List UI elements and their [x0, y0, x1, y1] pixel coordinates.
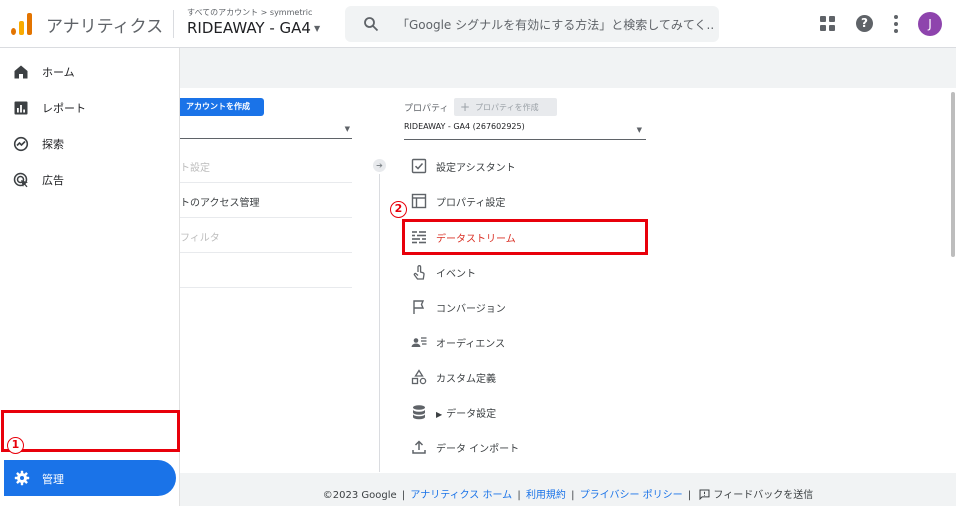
search-icon [364, 17, 379, 32]
property-dropdown[interactable]: RIDEAWAY - GA4 (267602925) ▼ [404, 122, 646, 140]
more-vert-icon[interactable] [893, 15, 899, 33]
gear-icon [14, 470, 30, 486]
menu-setup-assistant[interactable]: 設定アシスタント [404, 148, 646, 183]
nav-ads[interactable]: 広告 [0, 162, 180, 198]
create-account-button[interactable]: アカウントを作成 [180, 98, 264, 116]
top-header: アナリティクス すべてのアカウント > symmetric RIDEAWAY -… [0, 0, 956, 48]
step-2-marker: 2 [390, 201, 407, 218]
menu-property-settings[interactable]: プロパティ設定 [404, 183, 646, 218]
shapes-icon [411, 369, 427, 385]
menu-label: オーディエンス [436, 339, 506, 350]
menu-label: コンバージョン [436, 304, 506, 315]
menu-audiences[interactable]: オーディエンス [404, 324, 646, 359]
menu-label: 設定アシスタント [436, 163, 516, 174]
property-dropdown-value: RIDEAWAY - GA4 (267602925) [404, 122, 525, 131]
touch-icon [413, 265, 425, 280]
help-icon[interactable]: ? [856, 15, 873, 32]
ads-icon [13, 172, 28, 188]
feedback-link[interactable]: フィードバックを送信 [696, 489, 813, 501]
search-input[interactable]: 「Google シグナルを有効にする方法」と検索してみてく... [397, 16, 713, 33]
property-selector[interactable]: RIDEAWAY - GA4 ▼ [187, 19, 320, 37]
footer-link-analytics-home[interactable]: アナリティクス ホーム [410, 490, 512, 501]
menu-conversions[interactable]: コンバージョン [404, 289, 646, 324]
analytics-logo-icon[interactable] [11, 13, 33, 35]
database-icon [413, 405, 425, 420]
account-settings-row[interactable]: ト設定 [180, 148, 352, 183]
create-property-button[interactable]: + プロパティを作成 [454, 98, 557, 116]
bar-chart-icon [14, 101, 28, 115]
menu-events[interactable]: イベント [404, 254, 646, 289]
menu-label: ▶ データ設定 [436, 409, 497, 420]
property-name: RIDEAWAY - GA4 [187, 19, 311, 37]
header-divider [173, 10, 174, 38]
caret-down-icon: ▼ [344, 125, 350, 133]
menu-label: イベント [436, 269, 476, 280]
property-label: プロパティ [404, 104, 449, 114]
menu-label: データ インポート [436, 444, 520, 455]
menu-label: カスタム定義 [436, 374, 496, 385]
nav-label: レポート [42, 102, 86, 115]
highlight-admin [1, 410, 180, 452]
arrow-right-icon: ➔ [373, 159, 386, 172]
apps-grid-icon[interactable] [820, 16, 836, 32]
explore-icon [13, 136, 29, 152]
copyright-text: ©2023 Google [322, 490, 397, 501]
highlight-data-streams [402, 219, 648, 255]
breadcrumb[interactable]: すべてのアカウント > symmetric [187, 7, 312, 18]
account-row-label: フィルタ [180, 233, 220, 244]
scrollbar-thumb[interactable] [951, 92, 955, 257]
plus-icon: + [460, 100, 471, 114]
nav-label: 探索 [42, 138, 64, 151]
app-title: アナリティクス [46, 17, 164, 37]
nav-label: ホーム [42, 66, 75, 79]
footer-link-terms[interactable]: 利用規約 [526, 490, 566, 501]
flag-icon [413, 300, 425, 314]
nav-admin[interactable]: 管理 [4, 460, 176, 496]
feedback-icon [699, 489, 710, 501]
upload-icon [412, 440, 426, 454]
footer-link-privacy[interactable]: プライバシー ポリシー [580, 490, 683, 501]
nav-reports[interactable]: レポート [0, 90, 180, 126]
account-empty-row [180, 253, 352, 288]
caret-right-icon[interactable]: ▶ [436, 410, 442, 419]
checklist-icon [411, 158, 427, 174]
menu-label: プロパティ設定 [436, 198, 506, 209]
footer: ©2023 Google | アナリティクス ホーム | 利用規約 | プライバ… [322, 489, 814, 501]
nav-label: 管理 [42, 473, 64, 486]
step-1-marker: 1 [7, 437, 24, 454]
account-access-row[interactable]: トのアクセス管理 [180, 183, 352, 218]
nav-label: 広告 [42, 174, 64, 187]
caret-down-icon: ▼ [636, 126, 642, 134]
home-icon [14, 65, 28, 79]
account-row-label: トのアクセス管理 [180, 198, 260, 209]
account-selector[interactable]: ▼ [180, 121, 352, 139]
audience-icon [411, 337, 427, 347]
avatar[interactable]: J [918, 12, 942, 36]
account-filter-row[interactable]: フィルタ [180, 218, 352, 253]
nav-home[interactable]: ホーム [0, 54, 180, 90]
search-bar[interactable]: 「Google シグナルを有効にする方法」と検索してみてく... [345, 6, 719, 42]
caret-down-icon: ▼ [313, 24, 321, 33]
nav-explore[interactable]: 探索 [0, 126, 180, 162]
account-row-label: ト設定 [180, 163, 210, 174]
menu-data-settings[interactable]: ▶ データ設定 [404, 394, 646, 429]
menu-custom-definitions[interactable]: カスタム定義 [404, 359, 646, 394]
column-divider [379, 174, 380, 472]
menu-data-import[interactable]: データ インポート [404, 429, 646, 464]
layout-icon [411, 193, 427, 209]
